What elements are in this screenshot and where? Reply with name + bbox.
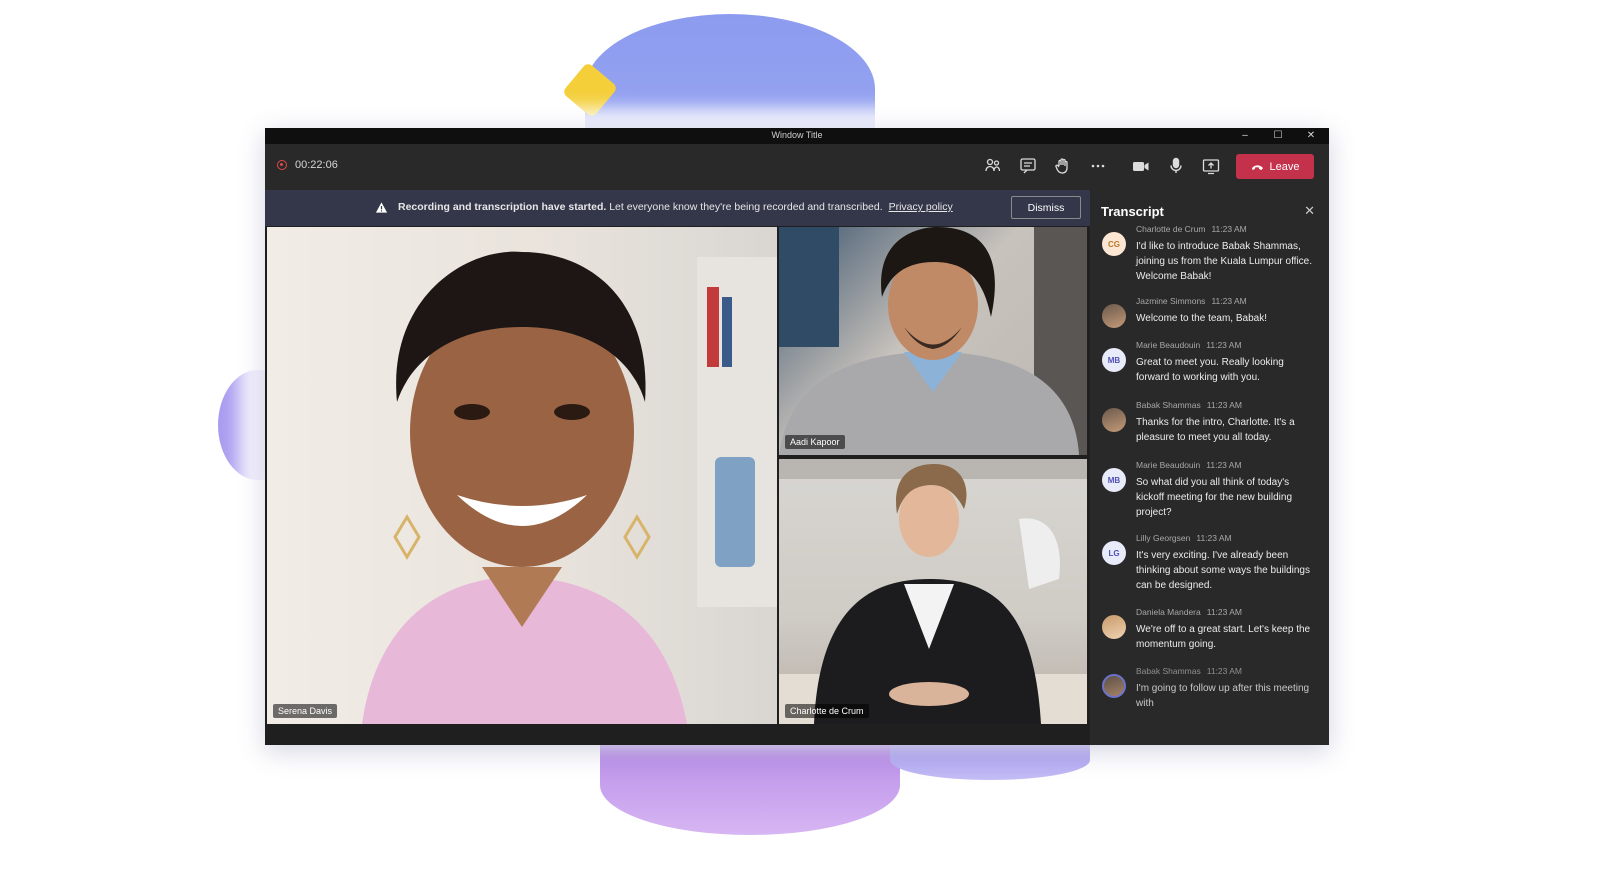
banner-bold-text: Recording and transcription have started…: [398, 201, 607, 213]
video-tile[interactable]: Charlotte de Crum: [779, 459, 1087, 724]
hang-up-icon: [1251, 164, 1263, 170]
background-shape: [600, 735, 900, 835]
people-icon[interactable]: [983, 156, 1005, 176]
meeting-window: Window Title – ☐ ✕ 00:22:06 Leave Record…: [265, 128, 1329, 745]
message-text: Welcome to the team, Babak!: [1136, 313, 1267, 324]
recording-icon: [277, 160, 287, 170]
avatar: [1102, 615, 1126, 639]
leave-button[interactable]: Leave: [1236, 154, 1314, 179]
speaker-name: Marie Beaudouin: [1136, 340, 1201, 350]
privacy-policy-link[interactable]: Privacy policy: [889, 201, 953, 213]
chat-icon[interactable]: [1018, 156, 1040, 176]
window-title: Window Title: [771, 130, 823, 140]
camera-icon[interactable]: [1131, 156, 1153, 176]
message-text: I'd like to introduce Babak Shammas, joi…: [1136, 241, 1313, 282]
speaker-name: Charlotte de Crum: [1136, 224, 1206, 234]
avatar: MB: [1102, 468, 1126, 492]
message-header: Babak Shammas 11:23 AM: [1136, 666, 1242, 676]
message-text: So what did you all think of today's kic…: [1136, 477, 1293, 518]
raise-hand-icon[interactable]: [1053, 156, 1075, 176]
speaker-name: Marie Beaudouin: [1136, 460, 1201, 470]
message-time: 11:23 AM: [1206, 400, 1243, 410]
more-icon[interactable]: [1088, 156, 1110, 176]
close-transcript-icon[interactable]: ✕: [1304, 203, 1315, 219]
avatar: [1102, 674, 1126, 698]
close-window-button[interactable]: ✕: [1301, 129, 1321, 143]
share-icon[interactable]: [1201, 156, 1223, 176]
message-time: 11:23 AM: [1206, 340, 1242, 350]
video-tile[interactable]: Aadi Kapoor: [779, 227, 1087, 455]
participant-name-tag: Serena Davis: [273, 704, 338, 718]
dismiss-button[interactable]: Dismiss: [1011, 196, 1081, 219]
message-header: Babak Shammas 11:23 AM: [1136, 400, 1242, 410]
meeting-toolbar: 00:22:06 Leave: [265, 144, 1329, 190]
message-time: 11:23 AM: [1206, 607, 1243, 617]
avatar: [1102, 304, 1126, 328]
message-time: 11:23 AM: [1196, 533, 1232, 543]
avatar: [1102, 408, 1126, 432]
avatar: MB: [1102, 348, 1126, 372]
speaker-name: Babak Shammas: [1136, 400, 1201, 410]
message-text: I'm going to follow up after this meetin…: [1136, 683, 1310, 709]
banner-message: Recording and transcription have started…: [398, 201, 953, 213]
message-header: Lilly Georgsen 11:23 AM: [1136, 533, 1232, 543]
message-time: 11:23 AM: [1206, 460, 1242, 470]
title-bar: Window Title – ☐ ✕: [265, 128, 1329, 144]
speaker-name: Lilly Georgsen: [1136, 533, 1191, 543]
participant-video: [362, 251, 777, 724]
speaker-name: Jazmine Simmons: [1136, 296, 1206, 306]
message-time: 11:23 AM: [1211, 224, 1247, 234]
message-time: 11:23 AM: [1206, 666, 1243, 676]
transcript-title: Transcript: [1101, 204, 1164, 219]
mic-icon[interactable]: [1166, 156, 1188, 176]
participant-video: [779, 459, 1087, 724]
warning-icon: [375, 202, 388, 213]
message-header: Charlotte de Crum 11:23 AM: [1136, 224, 1247, 234]
avatar: LG: [1102, 541, 1126, 565]
message-time: 11:23 AM: [1211, 296, 1247, 306]
message-header: Jazmine Simmons 11:23 AM: [1136, 296, 1247, 306]
recording-banner: Recording and transcription have started…: [265, 190, 1090, 226]
participant-video: [779, 227, 1087, 455]
video-stage: Recording and transcription have started…: [265, 190, 1090, 745]
message-text: Great to meet you. Really looking forwar…: [1136, 357, 1284, 383]
message-header: Marie Beaudouin 11:23 AM: [1136, 460, 1242, 470]
participant-name-tag: Charlotte de Crum: [785, 704, 869, 718]
banner-text: Let everyone know they're being recorded…: [609, 201, 883, 213]
speaker-name: Babak Shammas: [1136, 666, 1201, 676]
message-header: Marie Beaudouin 11:23 AM: [1136, 340, 1242, 350]
message-text: It's very exciting. I've already been th…: [1136, 550, 1310, 591]
message-text: We're off to a great start. Let's keep t…: [1136, 624, 1311, 650]
maximize-button[interactable]: ☐: [1268, 129, 1288, 143]
transcript-pane: Transcript ✕ CG Charlotte de Crum 11:23 A…: [1090, 190, 1329, 745]
avatar: CG: [1102, 232, 1126, 256]
message-text: Thanks for the intro, Charlotte. It's a …: [1136, 417, 1295, 443]
video-tile[interactable]: Serena Davis: [267, 227, 777, 724]
participant-name-tag: Aadi Kapoor: [785, 435, 845, 449]
meeting-timer: 00:22:06: [295, 159, 338, 171]
message-header: Daniela Mandera 11:23 AM: [1136, 607, 1242, 617]
minimize-button[interactable]: –: [1235, 129, 1255, 143]
speaker-name: Daniela Mandera: [1136, 607, 1201, 617]
leave-label: Leave: [1269, 160, 1300, 173]
